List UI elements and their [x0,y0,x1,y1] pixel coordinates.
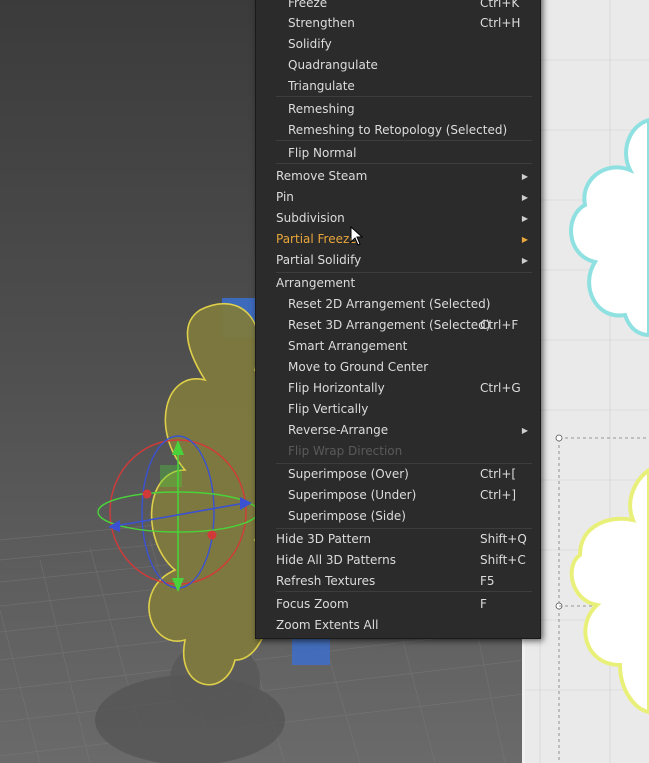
menu-item-label: Flip Normal [288,146,357,160]
menu-item-solidify[interactable]: Solidify [256,34,540,55]
menu-item-refresh-textures[interactable]: Refresh Textures F5 [256,571,540,592]
menu-item-label: Pin [276,190,294,204]
menu-item-remove-steam[interactable]: Remove Steam ▶ [256,166,540,187]
menu-item-smart-arrangement[interactable]: Smart Arrangement [256,336,540,357]
pattern-piece-bottom [569,467,649,715]
menu-item-shortcut: Ctrl+[ [480,467,517,481]
menu-item-pin[interactable]: Pin ▶ [256,187,540,208]
menu-item-label: Hide All 3D Patterns [276,553,396,567]
menu-item-label: Remove Steam [276,169,368,183]
menu-item-superimpose-under[interactable]: Superimpose (Under) Ctrl+] [256,485,540,506]
menu-item-label: Reverse-Arrange [288,423,389,437]
menu-item-strengthen[interactable]: Strengthen Ctrl+H [256,13,540,34]
menu-item-label: Arrangement [276,276,356,290]
chevron-right-icon: ▶ [521,193,528,202]
menu-item-superimpose-over[interactable]: Superimpose (Over) Ctrl+[ [256,464,540,485]
menu-item-shortcut: Shift+C [480,553,526,567]
menu-item-flip-vertically[interactable]: Flip Vertically [256,399,540,420]
menu-item-label: Partial Solidify [276,253,362,267]
menu-item-remeshing-to-retopology-selected[interactable]: Remeshing to Retopology (Selected) [256,120,540,141]
menu-item-hide-3d-pattern[interactable]: Hide 3D Pattern Shift+Q [256,529,540,550]
menu-item-arrangement[interactable]: Arrangement [256,273,540,294]
menu-item-shortcut: Shift+Q [480,532,527,546]
menu-item-label: Remeshing [288,102,355,116]
menu-item-label: Flip Wrap Direction [288,444,403,458]
menu-item-label: Solidify [288,37,332,51]
menu-item-label: Quadrangulate [288,58,378,72]
menu-item-label: Superimpose (Over) [288,467,409,481]
menu-item-label: Flip Horizontally [288,381,385,395]
menu-item-shortcut: F5 [480,574,495,588]
menu-item-focus-zoom[interactable]: Focus Zoom F [256,594,540,615]
menu-item-flip-normal[interactable]: Flip Normal [256,143,540,164]
menu-item-partial-solidify[interactable]: Partial Solidify ▶ [256,250,540,271]
menu-item-reset-3d-arrangement-selected[interactable]: Reset 3D Arrangement (Selected) Ctrl+F [256,315,540,336]
menu-item-shortcut: F [480,597,487,611]
2d-pattern-window[interactable] [525,0,649,763]
menu-item-label: Reset 2D Arrangement (Selected) [288,297,491,311]
menu-item-triangulate[interactable]: Triangulate [256,76,540,97]
menu-item-label: Refresh Textures [276,574,376,588]
menu-item-label: Reset 3D Arrangement (Selected) [288,318,491,332]
chevron-right-icon: ▶ [521,426,528,435]
2d-pattern-canvas [525,0,649,763]
menu-item-move-to-ground-center[interactable]: Move to Ground Center [256,357,540,378]
menu-item-flip-horizontally[interactable]: Flip Horizontally Ctrl+G [256,378,540,399]
menu-item-reverse-arrange[interactable]: Reverse-Arrange ▶ [256,420,540,441]
menu-item-quadrangulate[interactable]: Quadrangulate [256,55,540,76]
menu-item-reset-2d-arrangement-selected[interactable]: Reset 2D Arrangement (Selected) [256,294,540,315]
menu-item-shortcut: Ctrl+G [480,381,521,395]
chevron-right-icon: ▶ [521,235,528,244]
menu-item-label: Flip Vertically [288,402,369,416]
menu-item-hide-all-3d-patterns[interactable]: Hide All 3D Patterns Shift+C [256,550,540,571]
chevron-right-icon: ▶ [521,172,528,181]
menu-item-shortcut: Ctrl+K [480,0,520,10]
menu-item-label: Superimpose (Side) [288,509,406,523]
menu-item-label: Zoom Extents All [276,618,379,632]
menu-item-zoom-extents-all[interactable]: Zoom Extents All [256,615,540,636]
menu-item-label: Subdivision [276,211,345,225]
menu-item-label: Triangulate [288,79,355,93]
menu-item-freeze[interactable]: Freeze Ctrl+K [256,0,540,14]
menu-item-label: Superimpose (Under) [288,488,417,502]
menu-item-label: Smart Arrangement [288,339,408,353]
menu-item-shortcut: Ctrl+F [480,318,519,332]
menu-item-label: Freeze [288,0,328,10]
mouse-pointer-icon [350,226,364,246]
menu-item-label: Strengthen [288,16,355,30]
menu-item-label: Hide 3D Pattern [276,532,372,546]
context-menu: Freeze Ctrl+K Strengthen Ctrl+H Solidify Quad… [255,0,541,639]
menu-item-label: Partial Freeze [276,232,357,246]
menu-item-label: Remeshing to Retopology (Selected) [288,123,508,137]
menu-item-subdivision[interactable]: Subdivision ▶ [256,208,540,229]
menu-item-label: Focus Zoom [276,597,349,611]
chevron-right-icon: ▶ [521,256,528,265]
menu-item-flip-wrap-direction: Flip Wrap Direction [256,441,540,462]
menu-item-superimpose-side[interactable]: Superimpose (Side) [256,506,540,527]
menu-item-partial-freeze[interactable]: Partial Freeze ▶ [256,229,540,250]
menu-item-remeshing[interactable]: Remeshing [256,99,540,120]
chevron-right-icon: ▶ [521,214,528,223]
menu-item-shortcut: Ctrl+] [480,488,517,502]
menu-item-shortcut: Ctrl+H [480,16,521,30]
menu-item-label: Move to Ground Center [288,360,429,374]
